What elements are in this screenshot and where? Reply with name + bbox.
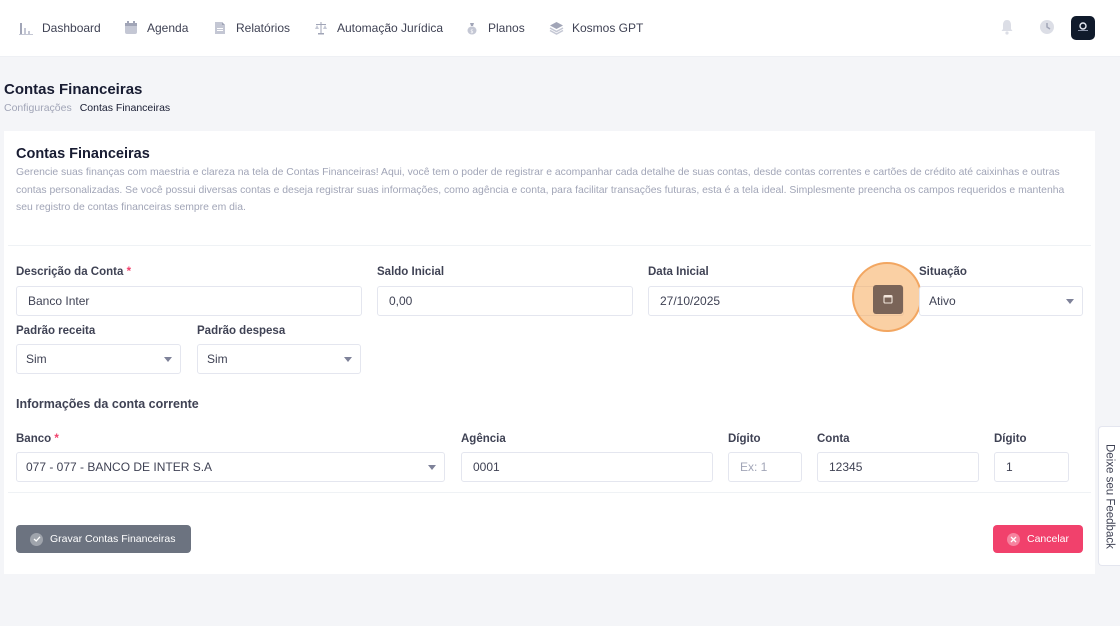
required-mark: * bbox=[126, 266, 132, 278]
scale-icon bbox=[313, 20, 329, 36]
chevron-down-icon bbox=[428, 465, 436, 470]
nav-label: Kosmos GPT bbox=[572, 21, 644, 35]
user-avatar[interactable] bbox=[1071, 16, 1095, 40]
digito-agencia-input[interactable]: Ex: 1 bbox=[728, 452, 802, 482]
notifications-button[interactable] bbox=[994, 16, 1020, 42]
nav-label: Relatórios bbox=[236, 21, 291, 35]
money-bag-icon: $ bbox=[464, 20, 480, 36]
situacao-label: Situação bbox=[919, 266, 967, 278]
cancel-button-label: Cancelar bbox=[1027, 533, 1070, 545]
calendar-icon bbox=[883, 291, 893, 309]
bell-icon bbox=[1000, 19, 1014, 40]
data-inicial-label: Data Inicial bbox=[648, 266, 709, 278]
saldo-inicial-input[interactable]: 0,00 bbox=[377, 286, 633, 316]
descricao-label: Descrição da Conta * bbox=[16, 266, 132, 278]
required-mark: * bbox=[54, 433, 59, 445]
divider bbox=[8, 245, 1091, 246]
nav-item-planos[interactable]: $ Planos bbox=[464, 18, 525, 38]
breadcrumb: Configurações Contas Financeiras bbox=[4, 102, 170, 114]
document-icon bbox=[212, 20, 228, 36]
padrao-receita-label: Padrão receita bbox=[16, 325, 96, 337]
banco-select[interactable]: 077 - 077 - BANCO DE INTER S.A bbox=[16, 452, 445, 482]
digito-agencia-label: Dígito bbox=[728, 433, 761, 445]
agencia-input[interactable]: 0001 bbox=[461, 452, 713, 482]
nav-label: Planos bbox=[488, 21, 525, 35]
padrao-receita-select[interactable]: Sim bbox=[16, 344, 181, 374]
cancel-button[interactable]: Cancelar bbox=[993, 525, 1083, 553]
digito-conta-label: Dígito bbox=[994, 433, 1027, 445]
breadcrumb-item-current: Contas Financeiras bbox=[79, 102, 171, 114]
chevron-down-icon bbox=[1066, 299, 1074, 304]
saldo-inicial-label: Saldo Inicial bbox=[377, 266, 445, 278]
conta-label: Conta bbox=[817, 433, 850, 445]
nav-item-relatorios[interactable]: Relatórios bbox=[212, 18, 290, 38]
save-button-label: Gravar Contas Financeiras bbox=[50, 533, 176, 545]
logo-icon bbox=[1076, 19, 1090, 37]
layers-icon bbox=[548, 20, 564, 36]
svg-text:$: $ bbox=[470, 29, 473, 35]
banco-label: Banco * bbox=[16, 433, 59, 445]
conta-input[interactable]: 12345 bbox=[817, 452, 979, 482]
feedback-tab[interactable]: Deixe seu Feedback bbox=[1098, 426, 1120, 566]
chevron-down-icon bbox=[164, 357, 172, 362]
digito-conta-input[interactable]: 1 bbox=[994, 452, 1069, 482]
nav-label: Dashboard bbox=[42, 21, 101, 35]
bar-chart-icon bbox=[18, 20, 34, 36]
nav-item-automacao-juridica[interactable]: Automação Jurídica bbox=[313, 18, 443, 38]
nav-item-kosmos-gpt[interactable]: Kosmos GPT bbox=[548, 18, 643, 38]
clock-icon bbox=[1039, 19, 1055, 40]
history-button[interactable] bbox=[1034, 16, 1060, 42]
conta-corrente-section-title: Informações da conta corrente bbox=[16, 397, 199, 411]
chevron-down-icon bbox=[344, 357, 352, 362]
agencia-label: Agência bbox=[461, 433, 506, 445]
situacao-value: Ativo bbox=[929, 294, 956, 308]
top-navbar: Dashboard Agenda Relatórios Automação Ju… bbox=[0, 0, 1120, 57]
padrao-despesa-label: Padrão despesa bbox=[197, 325, 286, 337]
calendar-icon bbox=[123, 20, 139, 36]
padrao-despesa-value: Sim bbox=[207, 352, 228, 366]
situacao-select[interactable]: Ativo bbox=[919, 286, 1083, 316]
page-title: Contas Financeiras bbox=[4, 81, 143, 98]
padrao-receita-value: Sim bbox=[26, 352, 47, 366]
descricao-input[interactable]: Banco Inter bbox=[16, 286, 362, 316]
breadcrumb-item-configuracoes[interactable]: Configurações bbox=[4, 102, 72, 114]
close-circle-icon bbox=[1007, 532, 1020, 546]
check-circle-icon bbox=[30, 532, 43, 546]
nav-item-dashboard[interactable]: Dashboard bbox=[18, 18, 101, 38]
save-button[interactable]: Gravar Contas Financeiras bbox=[16, 525, 191, 553]
padrao-despesa-select[interactable]: Sim bbox=[197, 344, 361, 374]
feedback-label: Deixe seu Feedback bbox=[1103, 443, 1116, 549]
nav-label: Agenda bbox=[147, 21, 189, 35]
banco-value: 077 - 077 - BANCO DE INTER S.A bbox=[26, 460, 213, 474]
card-description: Gerencie suas finanças com maestria e cl… bbox=[16, 167, 1065, 213]
date-picker-button[interactable] bbox=[873, 285, 903, 314]
nav-label: Automação Jurídica bbox=[337, 21, 444, 35]
nav-item-agenda[interactable]: Agenda bbox=[123, 18, 188, 38]
card-title: Contas Financeiras bbox=[16, 146, 150, 162]
divider bbox=[8, 492, 1091, 493]
